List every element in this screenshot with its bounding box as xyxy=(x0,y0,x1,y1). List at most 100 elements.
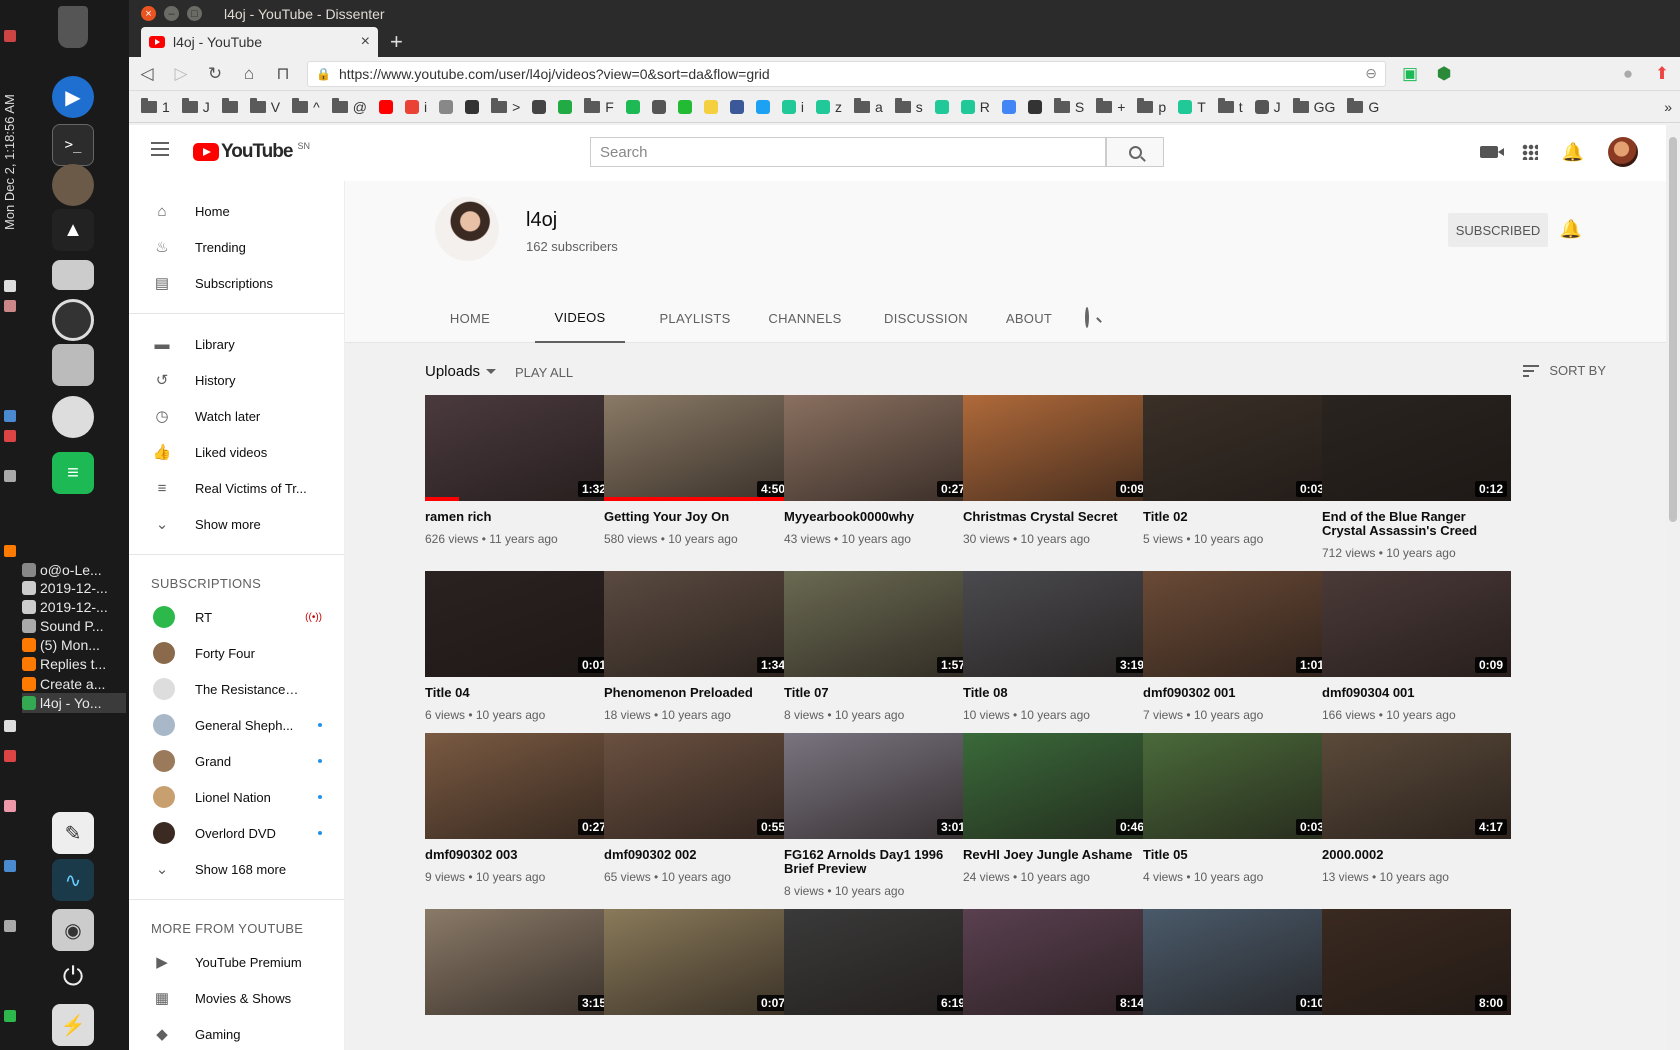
back-icon[interactable]: ◁ xyxy=(137,64,157,84)
video-title[interactable]: Christmas Crystal Secret xyxy=(963,510,1152,524)
video-card[interactable]: 3:15 xyxy=(425,909,614,1015)
video-card[interactable]: 0:27 dmf090302 003 9 views • 10 years ago xyxy=(425,733,614,884)
tab-about[interactable]: ABOUT xyxy=(999,293,1059,343)
video-thumbnail[interactable]: 0:46 xyxy=(963,733,1152,839)
video-thumbnail[interactable]: 3:15 xyxy=(425,909,614,1015)
gimp-launcher[interactable] xyxy=(48,160,98,210)
bookmark-item[interactable] xyxy=(461,95,483,119)
video-title[interactable]: Title 05 xyxy=(1143,848,1332,862)
scrollbar-thumb[interactable] xyxy=(1669,137,1677,522)
bookmark-item[interactable] xyxy=(648,95,670,119)
sort-by-button[interactable]: SORT BY xyxy=(1523,363,1606,378)
sidebar-item-movies-shows[interactable]: ▦ Movies & Shows xyxy=(129,980,344,1016)
bookmark-item[interactable] xyxy=(622,95,644,119)
play-all-button[interactable]: PLAY ALL xyxy=(515,365,573,380)
bookmark-item[interactable]: + xyxy=(1092,95,1129,119)
bookmark-item[interactable]: G xyxy=(1343,95,1383,119)
bookmark-item[interactable]: V xyxy=(246,95,284,119)
video-title[interactable]: Title 08 xyxy=(963,686,1152,700)
video-thumbnail[interactable]: 6:19 xyxy=(784,909,973,1015)
video-card[interactable]: 4:50 Getting Your Joy On 580 views • 10 ye… xyxy=(604,395,793,546)
dock-window-item[interactable]: (5) Mon... xyxy=(22,635,126,655)
bookmark-item[interactable]: J xyxy=(178,95,214,119)
tab-home[interactable]: HOME xyxy=(435,293,505,343)
bookmark-item[interactable]: S xyxy=(1050,95,1088,119)
bookmarks-overflow-button[interactable]: » xyxy=(1664,99,1672,115)
profile-icon[interactable]: ● xyxy=(1618,64,1638,84)
search-input[interactable]: Search xyxy=(590,137,1106,167)
video-thumbnail[interactable]: 0:55 xyxy=(604,733,793,839)
bookmark-item[interactable] xyxy=(931,95,953,119)
dock-window-item[interactable]: 2019-12-... xyxy=(22,597,126,617)
system-launcher[interactable] xyxy=(48,295,98,345)
sidebar-item-gaming[interactable]: ◆ Gaming xyxy=(129,1016,344,1050)
apps-grid-icon[interactable] xyxy=(1521,144,1538,160)
bookmark-item[interactable]: J xyxy=(1251,95,1285,119)
video-thumbnail[interactable]: 0:01 xyxy=(425,571,614,677)
dock-window-item[interactable]: 2019-12-... xyxy=(22,578,126,598)
address-bar[interactable]: 🔒 https://www.youtube.com/user/l4oj/vide… xyxy=(307,60,1386,87)
tab-discussion[interactable]: DISCUSSION xyxy=(875,293,977,343)
media-player-launcher[interactable]: ▶ xyxy=(48,72,98,122)
video-card[interactable]: 0:10 xyxy=(1143,909,1332,1015)
video-thumbnail[interactable]: 1:32 xyxy=(425,395,614,501)
text-editor-launcher[interactable]: ✎ xyxy=(48,808,98,858)
guide-menu-icon[interactable] xyxy=(151,142,169,156)
dock-window-item[interactable]: Sound P... xyxy=(22,616,126,636)
video-title[interactable]: dmf090302 001 xyxy=(1143,686,1332,700)
video-thumbnail[interactable]: 0:10 xyxy=(1143,909,1332,1015)
video-card[interactable]: 6:19 xyxy=(784,909,973,1015)
video-title[interactable]: End of the Blue Ranger Crystal Assassin'… xyxy=(1322,510,1511,538)
camera-launcher[interactable]: ◉ xyxy=(48,905,98,955)
bookmark-item[interactable]: T xyxy=(1174,95,1210,119)
bookmark-item[interactable]: a xyxy=(850,95,887,119)
bookmark-item[interactable]: R xyxy=(957,95,994,119)
video-title[interactable]: Getting Your Joy On xyxy=(604,510,793,524)
bookmark-item[interactable]: p xyxy=(1133,95,1170,119)
video-title[interactable]: FG162 Arnolds Day1 1996 Brief Preview xyxy=(784,848,973,876)
video-thumbnail[interactable]: 0:27 xyxy=(784,395,973,501)
video-title[interactable]: RevHI Joey Jungle Ashame xyxy=(963,848,1152,862)
new-tab-button[interactable]: + xyxy=(390,29,403,55)
video-thumbnail[interactable]: 0:03 xyxy=(1143,733,1332,839)
video-card[interactable]: 1:32 ramen rich 626 views • 11 years ago xyxy=(425,395,614,546)
video-title[interactable]: dmf090302 002 xyxy=(604,848,793,862)
video-thumbnail[interactable]: 8:14 xyxy=(963,909,1152,1015)
bookmark-item[interactable]: 1 xyxy=(137,95,174,119)
sidebar-item-show-more[interactable]: ⌄ Show more xyxy=(129,506,344,542)
bookmark-item[interactable]: > xyxy=(487,95,524,119)
create-video-icon[interactable] xyxy=(1479,146,1504,158)
youtube-logo[interactable]: YouTube SN xyxy=(193,141,310,163)
window-maximize-button[interactable]: □ xyxy=(187,6,202,21)
subscription-item[interactable]: General Sheph... xyxy=(129,707,344,743)
dock-window-item[interactable]: Create a... xyxy=(22,674,126,694)
notes-launcher[interactable]: ≡ xyxy=(48,448,98,498)
bookmark-item[interactable]: z xyxy=(812,95,846,119)
subscription-item[interactable]: Grand xyxy=(129,743,344,779)
video-card[interactable]: 0:03 Title 02 5 views • 10 years ago xyxy=(1143,395,1332,546)
window-minimize-button[interactable]: – xyxy=(164,6,179,21)
video-card[interactable]: 0:12 End of the Blue Ranger Crystal Assas… xyxy=(1322,395,1511,560)
sidebar-item-history[interactable]: ↺ History xyxy=(129,362,344,398)
video-card[interactable]: 0:55 dmf090302 002 65 views • 10 years ago xyxy=(604,733,793,884)
power-launcher[interactable]: ⏻ xyxy=(48,952,98,1002)
zoom-icon[interactable]: ⊖ xyxy=(1365,65,1377,82)
shield-icon[interactable]: ⬢ xyxy=(1434,64,1454,84)
bookmark-icon[interactable]: ⊓ xyxy=(273,64,293,84)
channel-search-button[interactable] xyxy=(1085,307,1089,328)
tab-close-icon[interactable]: × xyxy=(361,33,370,51)
bookmark-item[interactable] xyxy=(554,95,576,119)
scanner-launcher[interactable] xyxy=(48,250,98,300)
bookmark-item[interactable] xyxy=(1024,95,1046,119)
subscription-item[interactable]: Overlord DVD xyxy=(129,815,344,851)
bookmark-item[interactable] xyxy=(752,95,774,119)
video-thumbnail[interactable]: 1:57 xyxy=(784,571,973,677)
tab-playlists[interactable]: PLAYLISTS xyxy=(655,293,735,343)
video-card[interactable]: 0:27 Myyearbook0000why 43 views • 10 years… xyxy=(784,395,973,546)
sidebar-item-liked-videos[interactable]: 👍 Liked videos xyxy=(129,434,344,470)
video-thumbnail[interactable]: 1:01 xyxy=(1143,571,1332,677)
video-card[interactable]: 0:01 Title 04 6 views • 10 years ago xyxy=(425,571,614,722)
video-title[interactable]: Title 04 xyxy=(425,686,614,700)
video-thumbnail[interactable]: 0:09 xyxy=(963,395,1152,501)
video-card[interactable]: 3:01 FG162 Arnolds Day1 1996 Brief Previe… xyxy=(784,733,973,898)
